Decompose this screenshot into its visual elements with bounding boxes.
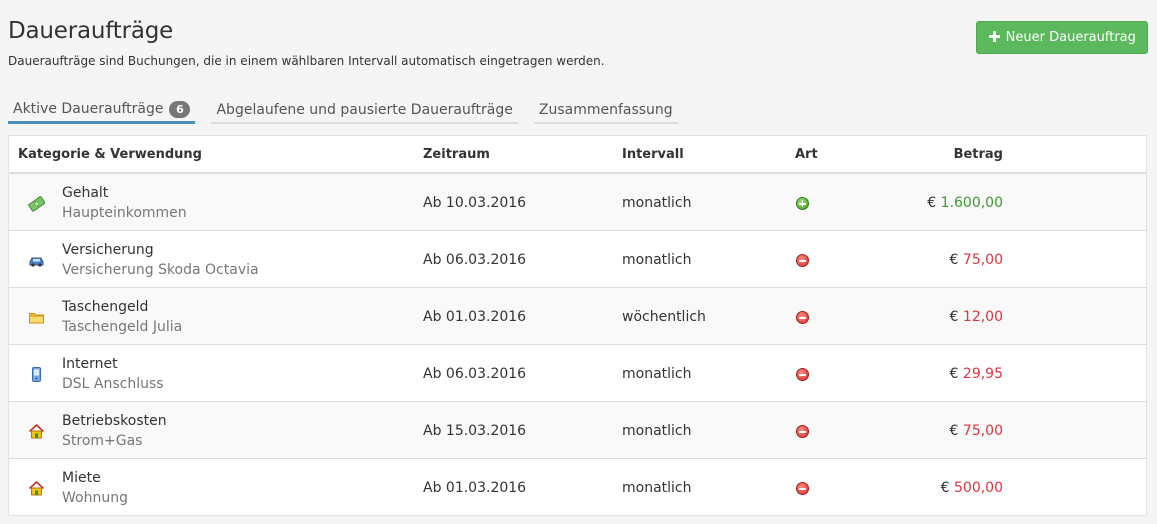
expense-minus-icon [796,254,809,267]
phone-icon [28,366,45,383]
currency-symbol: € [949,423,959,439]
purpose-text: Strom+Gas [62,433,143,449]
period-cell: Ab 15.03.2016 [423,423,527,439]
tab-label: Abgelaufene und pausierte Daueraufträge [216,101,513,118]
house-icon [28,480,45,497]
period-cell: Ab 01.03.2016 [423,480,527,496]
page-title: Daueraufträge [8,18,174,44]
amount-cell: € 75,00 [950,252,1003,268]
currency-symbol: € [949,366,959,382]
tab-expired-paused[interactable]: Abgelaufene und pausierte Daueraufträge [211,97,518,124]
amount-cell: € 12,00 [950,309,1003,325]
table-row[interactable]: Betriebskosten Strom+Gas Ab 15.03.2016 mona… [9,402,1146,459]
interval-cell: monatlich [622,480,692,496]
category-name: Internet [62,356,118,372]
interval-cell: wöchentlich [622,309,706,325]
column-header-type: Art [795,147,818,162]
column-header-period: Zeitraum [423,147,490,162]
amount-value: 12,00 [962,309,1003,325]
period-cell: Ab 10.03.2016 [423,195,527,211]
category-name: Miete [62,470,101,486]
amount-value: 29,95 [962,366,1003,382]
tab-label: Zusammenfassung [538,101,673,118]
expense-minus-icon [796,482,809,495]
expense-minus-icon [796,311,809,324]
interval-cell: monatlich [622,366,692,382]
plus-icon: ✚ [988,28,1001,46]
column-header-amount: Betrag [953,147,1003,162]
standing-orders-table: Kategorie & Verwendung Zeitraum Interval… [8,135,1147,516]
purpose-text: DSL Anschluss [62,376,164,392]
count-badge: 6 [169,100,191,118]
purpose-text: Versicherung Skoda Octavia [62,262,259,278]
folder-icon [28,309,45,326]
amount-cell: € 500,00 [941,480,1003,496]
currency-symbol: € [949,309,959,325]
table-row[interactable]: Taschengeld Taschengeld Julia Ab 01.03.201… [9,288,1146,345]
tab-label: Aktive Daueraufträge [13,101,164,117]
amount-value: 75,00 [962,252,1003,268]
amount-cell: € 1.600,00 [927,195,1003,211]
expense-minus-icon [796,425,809,438]
tab-bar: Aktive Daueraufträge 6 Abgelaufene und p… [8,97,678,125]
interval-cell: monatlich [622,423,692,439]
table-row[interactable]: Gehalt Haupteinkommen Ab 10.03.2016 monatli… [9,174,1146,231]
page-subtitle: Daueraufträge sind Buchungen, die in ein… [8,54,605,68]
new-standing-order-button[interactable]: ✚ Neuer Dauerauftrag [976,21,1148,54]
purpose-text: Wohnung [62,490,128,506]
amount-value: 75,00 [962,423,1003,439]
interval-cell: monatlich [622,252,692,268]
car-icon [28,252,45,269]
period-cell: Ab 01.03.2016 [423,309,527,325]
amount-cell: € 29,95 [950,366,1003,382]
expense-minus-icon [796,368,809,381]
income-plus-icon [796,197,809,210]
purpose-text: Haupteinkommen [62,205,187,221]
table-header: Kategorie & Verwendung Zeitraum Interval… [9,136,1146,174]
tab-active-orders[interactable]: Aktive Daueraufträge 6 [8,97,196,124]
category-name: Taschengeld [62,299,149,315]
amount-cell: € 75,00 [950,423,1003,439]
tab-summary[interactable]: Zusammenfassung [533,97,678,124]
table-row[interactable]: Miete Wohnung Ab 01.03.2016 monatlich € 500,… [9,459,1146,514]
money-icon [28,195,45,212]
category-name: Gehalt [62,185,109,201]
new-standing-order-label: Neuer Dauerauftrag [1005,30,1136,45]
column-header-interval: Intervall [622,147,684,162]
purpose-text: Taschengeld Julia [62,319,183,335]
house-icon [28,423,45,440]
period-cell: Ab 06.03.2016 [423,252,527,268]
currency-symbol: € [927,195,937,211]
column-header-category: Kategorie & Verwendung [18,147,202,162]
period-cell: Ab 06.03.2016 [423,366,527,382]
category-name: Betriebskosten [62,413,167,429]
table-row[interactable]: Versicherung Versicherung Skoda Octavia Ab… [9,231,1146,288]
category-name: Versicherung [62,242,154,258]
currency-symbol: € [940,480,950,496]
amount-value: 500,00 [954,480,1003,496]
interval-cell: monatlich [622,195,692,211]
amount-value: 1.600,00 [940,195,1003,211]
table-row[interactable]: Internet DSL Anschluss Ab 06.03.2016 monatl… [9,345,1146,402]
currency-symbol: € [949,252,959,268]
